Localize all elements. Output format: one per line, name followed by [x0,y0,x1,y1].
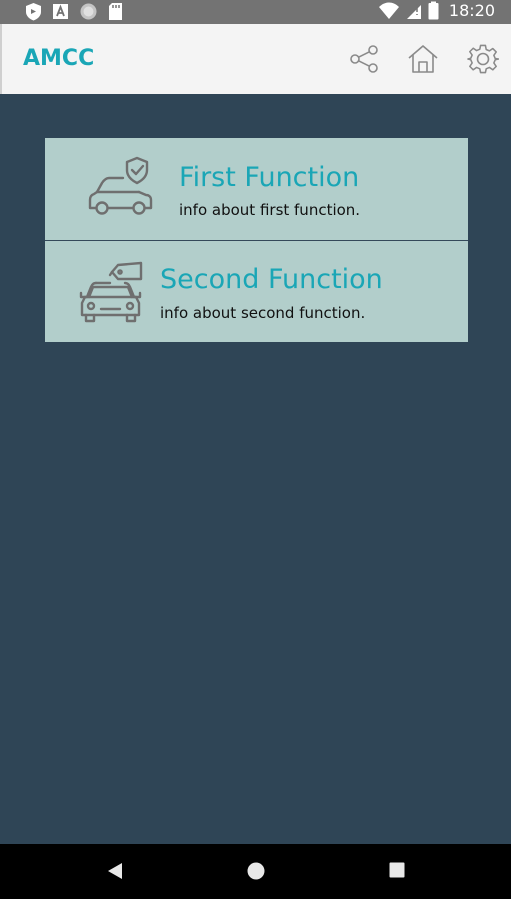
gear-icon[interactable] [467,43,499,75]
home-icon[interactable] [407,43,439,75]
second-function-card[interactable]: Second Function info about second functi… [45,241,468,342]
battery-icon [428,1,439,20]
card-subtitle: info about second function. [160,304,366,322]
share-icon[interactable] [348,43,380,75]
app-bar: AMCC [0,24,511,94]
card-title: First Function [179,162,360,193]
shield-notification-icon [26,3,41,21]
car-tag-icon [79,261,143,323]
status-bar-notifications [25,2,123,21]
card-subtitle: info about first function. [179,201,361,219]
system-nav-bar [0,844,511,899]
back-icon[interactable] [107,862,123,880]
recent-apps-icon[interactable] [389,862,405,878]
home-circle-icon[interactable] [247,862,265,880]
circle-dot-icon [80,3,97,20]
status-bar: 18:20 [0,0,511,24]
first-function-card[interactable]: First Function info about first function… [45,138,468,240]
main-content: First Function info about first function… [2,94,511,844]
wifi-icon [378,2,399,19]
font-a-icon [53,4,68,19]
signal-icon [406,3,421,19]
status-time: 18:20 [448,1,495,20]
sd-card-icon [109,3,122,20]
car-shield-icon [88,156,153,215]
card-title: Second Function [160,264,383,295]
app-title: AMCC [23,46,95,71]
status-bar-system: 18:20 [378,1,495,20]
